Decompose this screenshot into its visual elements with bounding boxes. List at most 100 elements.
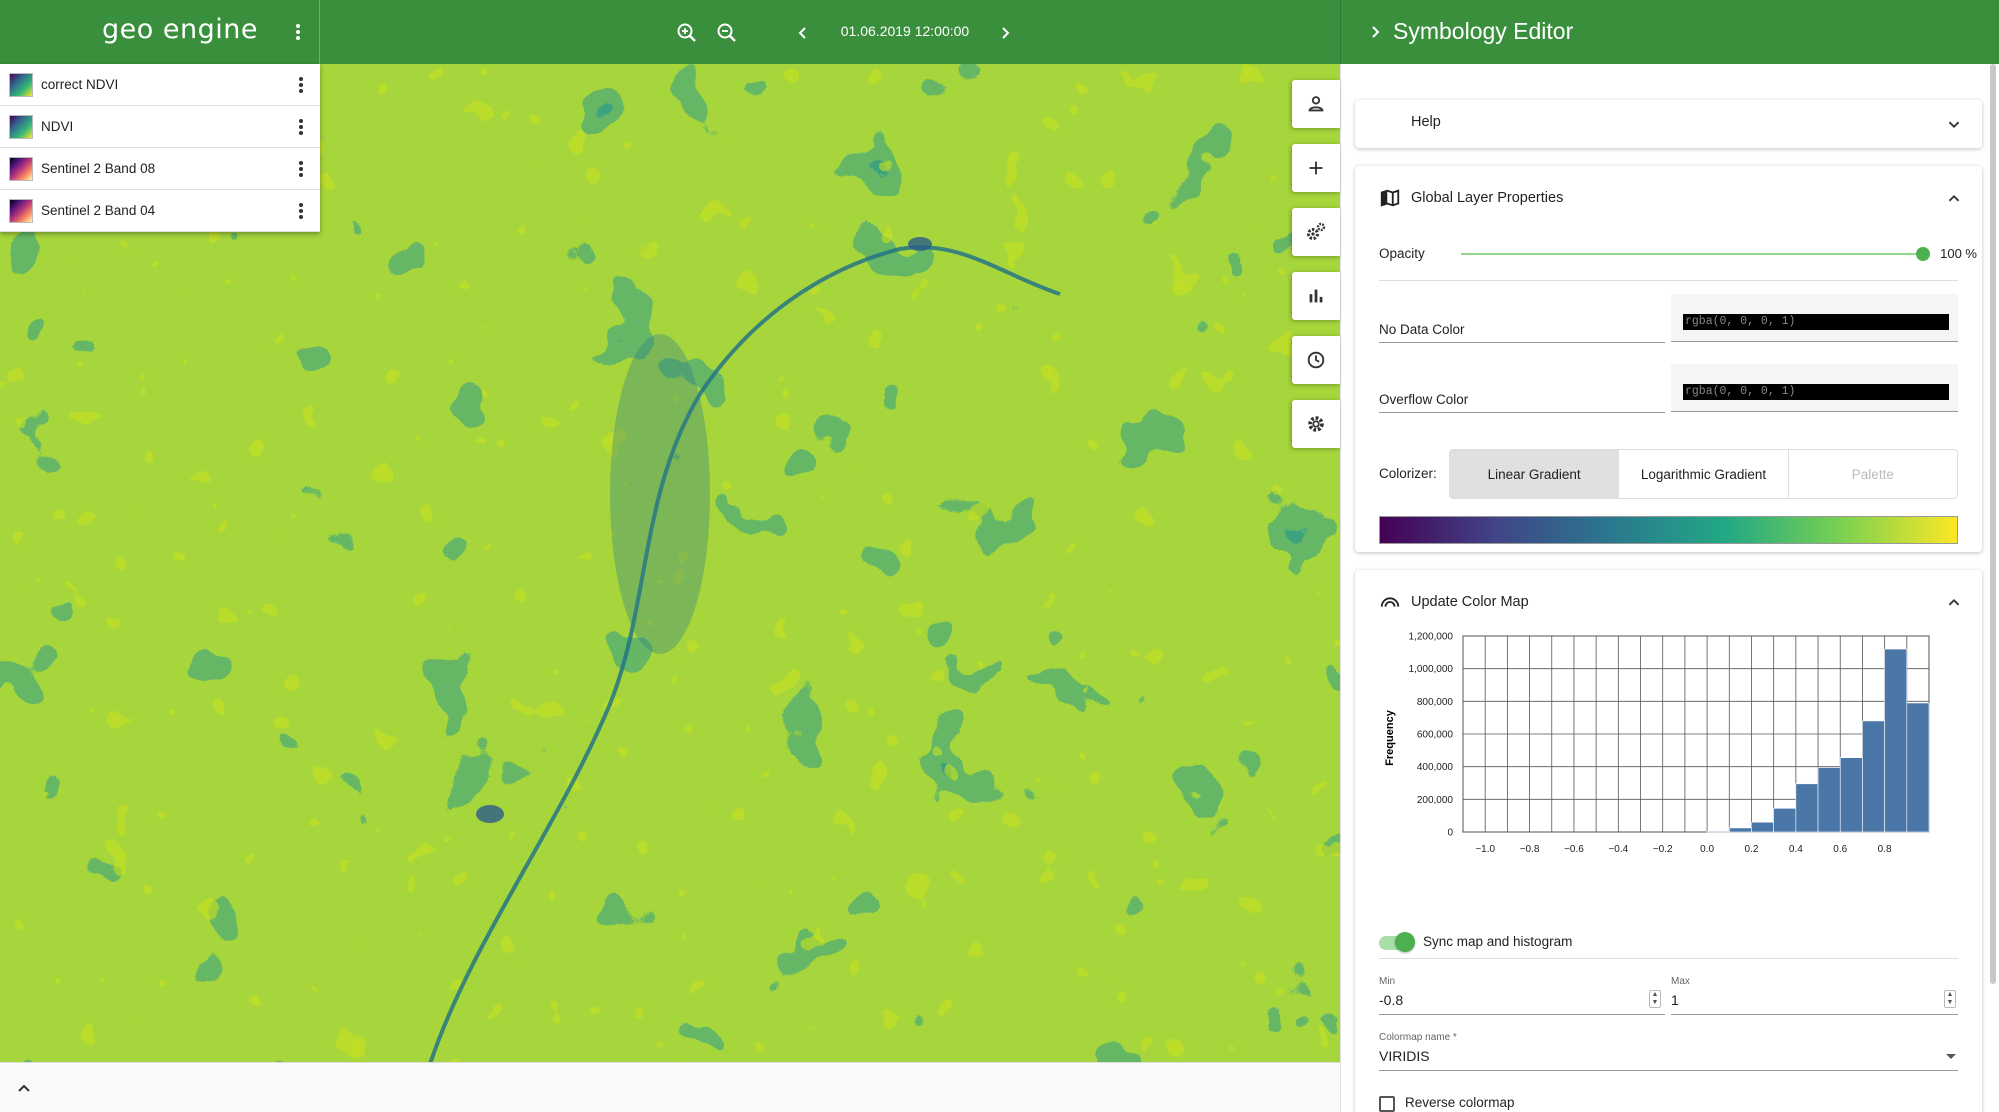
- y-tick-label: 0: [1447, 828, 1453, 839]
- layer-item[interactable]: Sentinel 2 Band 04: [0, 190, 320, 232]
- linear-gradient-option[interactable]: Linear Gradient: [1450, 450, 1620, 498]
- y-axis-label: Frequency: [1384, 709, 1396, 766]
- histogram-bar: [1773, 808, 1797, 833]
- opacity-slider[interactable]: [1461, 253, 1923, 255]
- chevron-up-icon[interactable]: [1943, 188, 1965, 210]
- x-tick-label: −1.0: [1475, 844, 1495, 855]
- reverse-colormap-label: Reverse colormap: [1405, 1095, 1515, 1110]
- divider: [1379, 412, 1665, 413]
- histogram-chart[interactable]: 0 200,000 400,000 600,000 800,000 1,000,000 1,…: [1379, 628, 1949, 918]
- layer-item[interactable]: NDVI: [0, 106, 320, 148]
- zoom-in-button[interactable]: [674, 20, 700, 46]
- opacity-slider-thumb[interactable]: [1916, 247, 1930, 261]
- chevron-down-icon: [1948, 121, 1960, 129]
- settings-button[interactable]: [1292, 400, 1340, 448]
- more-vert-icon: [296, 24, 300, 28]
- layer-item[interactable]: Sentinel 2 Band 08: [0, 148, 320, 190]
- global-properties-header[interactable]: Global Layer Properties: [1379, 186, 1563, 210]
- time-previous-button[interactable]: [790, 20, 816, 46]
- divider: [1379, 958, 1958, 959]
- top-app-bar: geo engine 01.06.2019 12:00:00 Symbology…: [0, 0, 1999, 64]
- x-tick-label: −0.6: [1564, 844, 1584, 855]
- y-tick-label: 400,000: [1417, 762, 1454, 773]
- layer-symbology-icon: [9, 156, 33, 181]
- collapse-sidebar-button[interactable]: [1363, 20, 1387, 44]
- logarithmic-gradient-option[interactable]: Logarithmic Gradient: [1619, 450, 1789, 498]
- y-tick-label: 200,000: [1417, 795, 1454, 806]
- x-tick-label: −0.2: [1653, 844, 1673, 855]
- add-data-button[interactable]: [1292, 144, 1340, 192]
- chevron-up-icon[interactable]: [1943, 592, 1965, 614]
- layer-symbology-icon: [9, 72, 33, 97]
- more-vert-icon: [299, 160, 303, 165]
- main-menu-button[interactable]: [286, 20, 310, 44]
- divider: [1379, 1070, 1958, 1071]
- layer-name: NDVI: [41, 119, 74, 134]
- layer-item[interactable]: correct NDVI: [0, 64, 320, 106]
- zoom-out-button[interactable]: [714, 20, 740, 46]
- map-icon: [1380, 189, 1400, 207]
- colormap-name-caption: Colormap name *: [1379, 1032, 1457, 1043]
- time-next-button[interactable]: [992, 20, 1018, 46]
- layer-menu-button[interactable]: [289, 115, 313, 139]
- rainbow-icon: [1380, 597, 1400, 607]
- opacity-value: 100 %: [1940, 246, 1977, 261]
- sidebar-header: Symbology Editor: [1340, 0, 1999, 64]
- histogram-bar: [1839, 757, 1863, 833]
- clock-icon: [1307, 351, 1325, 369]
- layer-name: Sentinel 2 Band 08: [41, 161, 156, 176]
- color-map-header[interactable]: Update Color Map: [1379, 590, 1529, 614]
- gears-icon: [1307, 222, 1326, 240]
- max-stepper[interactable]: ▲ ▼: [1944, 990, 1956, 1008]
- operators-button[interactable]: [1292, 208, 1340, 256]
- sync-label: Sync map and histogram: [1423, 934, 1573, 949]
- bottom-bar: [0, 1062, 1340, 1112]
- plots-button[interactable]: [1292, 272, 1340, 320]
- histogram-bar: [1751, 821, 1774, 833]
- app-root: geo engine 01.06.2019 12:00:00 Symbology…: [0, 0, 1999, 1112]
- overflow-color-value: rgba(0, 0, 0, 1): [1683, 384, 1949, 400]
- divider: [1379, 342, 1665, 343]
- global-properties-title: Global Layer Properties: [1411, 190, 1564, 206]
- x-tick-label: −0.8: [1520, 844, 1540, 855]
- panel-scrollbar[interactable]: [1990, 64, 1996, 984]
- app-logo: geo engine: [102, 14, 258, 45]
- more-vert-icon: [299, 202, 303, 207]
- gear-icon: [1308, 416, 1324, 432]
- toggle-knob: [1395, 932, 1415, 952]
- dropdown-arrow-icon[interactable]: [1943, 1048, 1959, 1064]
- layer-name: correct NDVI: [41, 77, 119, 92]
- help-section[interactable]: Help: [1355, 100, 1982, 148]
- x-tick-label: 0.4: [1789, 844, 1803, 855]
- sync-toggle[interactable]: [1379, 932, 1415, 952]
- layer-menu-button[interactable]: [289, 199, 313, 223]
- min-stepper[interactable]: ▲ ▼: [1649, 990, 1661, 1008]
- more-vert-icon: [299, 118, 303, 123]
- overflow-color-input[interactable]: rgba(0, 0, 0, 1): [1671, 364, 1958, 412]
- opacity-label: Opacity: [1379, 246, 1425, 261]
- histogram-bar: [1817, 767, 1841, 833]
- x-tick-label: 0.0: [1700, 844, 1714, 855]
- divider: [1379, 280, 1958, 281]
- expand-bottom-button[interactable]: [12, 1077, 36, 1101]
- global-layer-properties: Global Layer Properties Opacity 100 % No…: [1355, 166, 1982, 552]
- layer-menu-button[interactable]: [289, 73, 313, 97]
- x-tick-label: −0.4: [1608, 844, 1628, 855]
- zoom-out-icon: [717, 23, 736, 42]
- reverse-colormap-checkbox[interactable]: [1379, 1096, 1395, 1112]
- max-input[interactable]: 1: [1671, 992, 1679, 1008]
- time-config-button[interactable]: [1292, 336, 1340, 384]
- colormap-name-select[interactable]: VIRIDIS: [1379, 1048, 1430, 1064]
- histogram-bar: [1795, 783, 1819, 833]
- overflow-color-label: Overflow Color: [1379, 392, 1469, 407]
- layer-symbology-icon: [9, 114, 33, 139]
- color-map-title: Update Color Map: [1411, 594, 1529, 610]
- no-data-color-input[interactable]: rgba(0, 0, 0, 1): [1671, 294, 1958, 342]
- layer-menu-button[interactable]: [289, 157, 313, 181]
- min-input[interactable]: -0.8: [1379, 992, 1403, 1008]
- tool-button-column: [1292, 80, 1340, 464]
- help-title: Help: [1411, 114, 1441, 130]
- current-time[interactable]: 01.06.2019 12:00:00: [820, 23, 990, 39]
- max-caption: Max: [1671, 976, 1690, 987]
- account-button[interactable]: [1292, 80, 1340, 128]
